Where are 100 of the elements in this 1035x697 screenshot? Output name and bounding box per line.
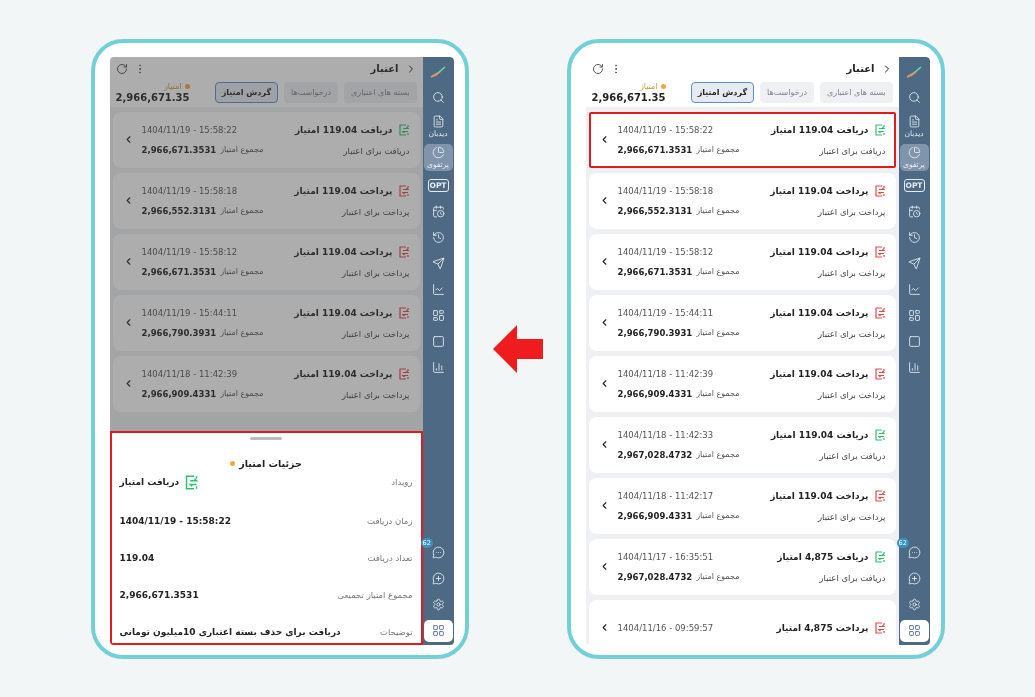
transaction-description: پرداخت برای اعتبار xyxy=(816,267,886,278)
wallet-clock-icon xyxy=(431,205,445,218)
transaction-date: 1404/11/19 - 15:44:11 xyxy=(141,307,238,318)
total-value: 2,966,790.3931 xyxy=(617,327,693,338)
detail-label: رویداد xyxy=(391,477,413,487)
page-title: اعتبار xyxy=(846,63,875,74)
total-value: 2,966,671.3531 xyxy=(617,266,693,277)
send-icon xyxy=(907,257,921,270)
transaction-date: 1404/11/18 - 11:42:33 xyxy=(617,429,714,440)
transaction-description: پرداخت برای اعتبار xyxy=(816,511,886,522)
transaction-title: دریافت 119.04 امتیاز xyxy=(770,124,869,135)
transaction-date: 1404/11/19 - 15:58:22 xyxy=(617,124,714,135)
page-title: اعتبار xyxy=(370,63,399,74)
document-icon xyxy=(907,114,921,128)
total-label: مجموع امتیاز xyxy=(220,145,264,154)
transaction-date: 1404/11/19 - 15:44:11 xyxy=(617,307,714,318)
status-dot xyxy=(184,83,190,89)
total-value: 2,966,790.3931 xyxy=(141,327,217,338)
exchange-icon xyxy=(873,245,886,258)
chat-plus-icon xyxy=(907,572,921,585)
exchange-icon xyxy=(397,367,410,380)
transaction-description: پرداخت برای اعتبار xyxy=(340,267,410,278)
balance-value: 2,966,671.35 xyxy=(591,91,666,103)
tab[interactable]: گردش امتیاز xyxy=(690,81,755,103)
transaction-date: 1404/11/19 - 15:58:12 xyxy=(617,246,714,257)
total-label: مجموع امتیاز xyxy=(696,450,740,459)
total-value: 2,966,552.3131 xyxy=(141,205,217,216)
refresh-icon[interactable] xyxy=(115,62,128,75)
dashboard-icon xyxy=(907,309,921,322)
transaction-description: پرداخت برای اعتبار xyxy=(816,328,886,339)
transaction-date: 1404/11/17 - 16:35:51 xyxy=(617,551,714,562)
grid-icon xyxy=(907,624,921,637)
tab[interactable]: گردش امتیاز xyxy=(214,81,279,103)
detail-label: تعداد دریافت xyxy=(367,553,413,563)
total-value: 2,966,552.3131 xyxy=(617,205,693,216)
settings-icon xyxy=(431,598,445,611)
send-icon xyxy=(431,257,445,270)
exchange-icon xyxy=(873,621,886,634)
transaction-title: پرداخت 119.04 امتیاز xyxy=(294,185,393,196)
transaction-description: پرداخت برای اعتبار xyxy=(340,206,410,217)
detail-value: 119.04 xyxy=(119,553,155,563)
total-value: 2,967,028.4732 xyxy=(617,449,693,460)
sidebar-button[interactable] xyxy=(423,619,453,642)
sheet-title: جزئیات امتیاز xyxy=(239,457,302,469)
total-label: مجموع امتیاز xyxy=(696,328,740,337)
bar-chart-icon xyxy=(907,361,921,374)
balance-label: امتیاز xyxy=(639,81,658,91)
transaction-description: پرداخت برای اعتبار xyxy=(340,389,410,400)
total-label: مجموع امتیاز xyxy=(696,145,740,154)
transaction-title: دریافت 119.04 امتیاز xyxy=(770,429,869,440)
transaction-description: پرداخت برای اعتبار xyxy=(340,328,410,339)
balance-value: 2,966,671.35 xyxy=(115,91,190,103)
settings-icon xyxy=(907,598,921,611)
transaction-date: 1404/11/19 - 15:58:18 xyxy=(141,185,238,196)
search-icon xyxy=(907,91,921,104)
transaction-date: 1404/11/19 - 15:58:12 xyxy=(141,246,238,257)
line-chart-icon xyxy=(907,283,921,296)
exchange-icon xyxy=(873,367,886,380)
drag-handle[interactable] xyxy=(250,436,282,440)
balance-label: امتیاز xyxy=(163,81,182,91)
pie-chart-icon xyxy=(431,145,445,159)
transaction-date: 1404/11/18 - 11:42:39 xyxy=(617,368,714,379)
total-value: 2,966,671.3531 xyxy=(141,266,217,277)
total-label: مجموع امتیاز xyxy=(220,389,264,398)
history-icon xyxy=(907,231,921,244)
wallet-clock-icon xyxy=(907,205,921,218)
total-value: 2,966,909.4331 xyxy=(617,510,693,521)
detail-value: دریافت برای حذف بسته اعتباری 10میلیون تومانی xyxy=(119,626,341,637)
tab[interactable]: درخواست‌ها xyxy=(760,81,815,103)
total-label: مجموع امتیاز xyxy=(220,328,264,337)
tab[interactable]: بسته های اعتباری xyxy=(820,81,893,103)
exchange-icon xyxy=(397,306,410,319)
sidebar-button[interactable] xyxy=(899,619,929,642)
transaction-description: پرداخت برای اعتبار xyxy=(816,389,886,400)
total-label: مجموع امتیاز xyxy=(696,206,740,215)
detail-value: 2,966,671.3531 xyxy=(119,589,199,600)
exchange-icon xyxy=(873,306,886,319)
transaction-title: دریافت 119.04 امتیاز xyxy=(294,124,393,135)
refresh-icon[interactable] xyxy=(591,62,604,75)
chat-plus-icon xyxy=(431,572,445,585)
logo-icon xyxy=(906,65,922,78)
exchange-icon xyxy=(873,550,886,563)
transaction-description: دریافت برای اعتبار xyxy=(818,572,886,583)
detail-label: توضیحات xyxy=(379,626,413,637)
transaction-description: دریافت برای اعتبار xyxy=(342,145,410,156)
total-value: 2,966,671.3531 xyxy=(141,144,217,155)
total-value: 2,966,909.4331 xyxy=(617,388,693,399)
total-value: 2,966,671.3531 xyxy=(617,144,693,155)
transaction-description: دریافت برای اعتبار xyxy=(818,145,886,156)
total-label: مجموع امتیاز xyxy=(220,267,264,276)
status-dot xyxy=(230,460,236,466)
total-label: مجموع امتیاز xyxy=(220,206,264,215)
arrow-icon xyxy=(492,324,543,373)
status-dot xyxy=(660,83,666,89)
line-chart-icon xyxy=(431,283,445,296)
exchange-icon xyxy=(184,474,200,490)
square-icon xyxy=(907,335,921,348)
transaction-title: پرداخت 119.04 امتیاز xyxy=(770,185,869,196)
transaction-date: 1404/11/16 - 09:59:57 xyxy=(617,622,714,633)
total-label: مجموع امتیاز xyxy=(696,389,740,398)
